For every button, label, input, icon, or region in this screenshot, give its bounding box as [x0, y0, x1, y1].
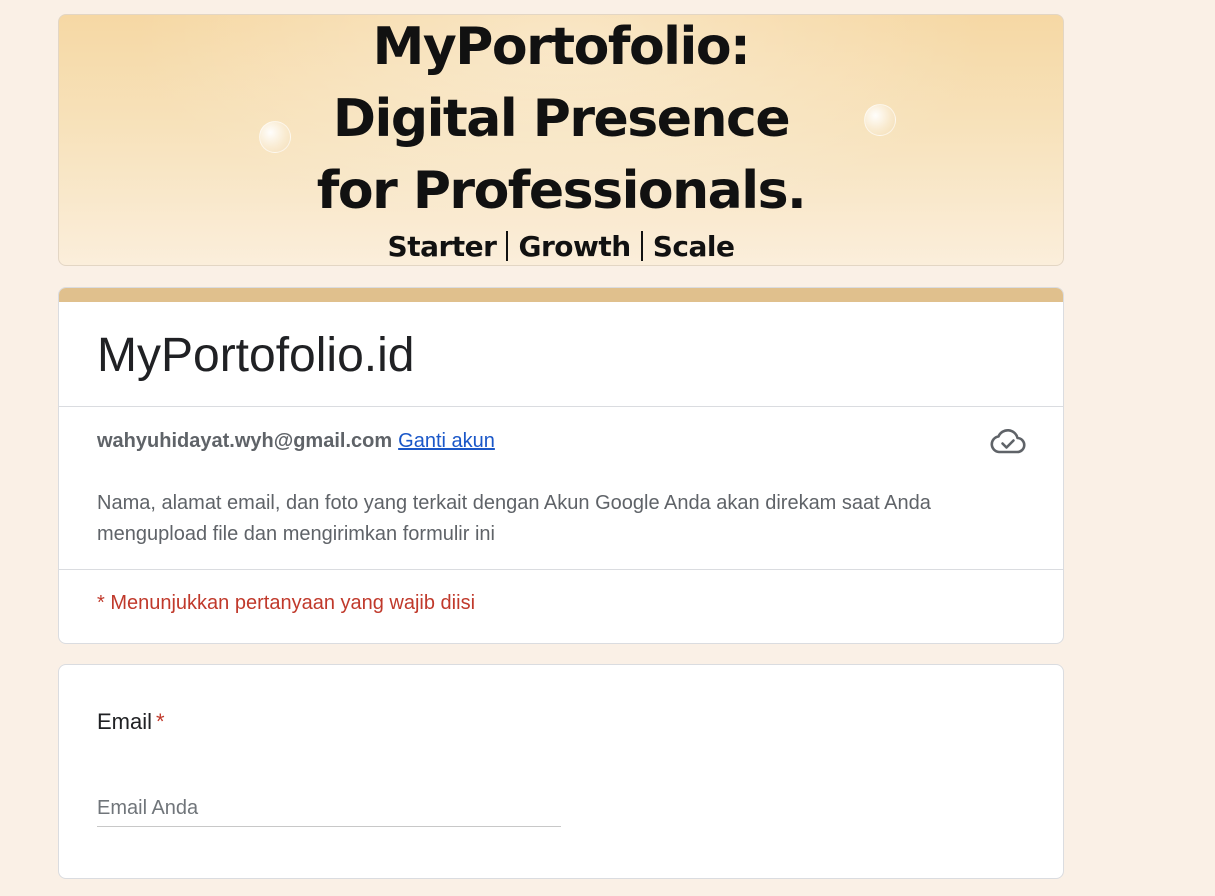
cloud-check-icon[interactable]	[989, 426, 1027, 456]
header-accent-bar	[59, 288, 1063, 302]
account-email: wahyuhidayat.wyh@gmail.com	[97, 430, 393, 452]
switch-account-link[interactable]: Ganti akun	[398, 430, 495, 452]
banner-headline-line-3: for Professionals.	[316, 161, 807, 221]
banner-headline: MyPortofolio: Digital Presence for Profe…	[59, 15, 1063, 227]
form-banner-image: MyPortofolio: Digital Presence for Profe…	[58, 14, 1064, 266]
tier-separator	[640, 231, 643, 261]
banner-headline-line-2: Digital Presence	[332, 89, 791, 149]
header-divider	[59, 569, 1063, 570]
header-divider	[59, 406, 1063, 407]
required-asterisk: *	[156, 709, 165, 734]
privacy-notice: Nama, alamat email, dan foto yang terkai…	[97, 492, 931, 545]
form-header-card: MyPortofolio.id wahyuhidayat.wyh@gmail.c…	[58, 287, 1064, 644]
form-title: MyPortofolio.id	[97, 329, 415, 382]
banner-tier-scale: Scale	[652, 230, 735, 263]
question-title: Email *	[97, 707, 165, 737]
tier-separator	[506, 231, 509, 261]
banner-headline-line-1: MyPortofolio:	[372, 17, 751, 77]
banner-tiers: Starter Growth Scale	[59, 229, 1063, 265]
question-title-text: Email	[97, 709, 153, 734]
required-fields-note: * Menunjukkan pertanyaan yang wajib diis…	[97, 592, 476, 614]
banner-tier-growth: Growth	[518, 230, 631, 263]
banner-tier-starter: Starter	[387, 230, 497, 263]
email-input[interactable]	[97, 791, 561, 827]
account-row: wahyuhidayat.wyh@gmail.com Ganti akun	[97, 428, 495, 454]
question-card-email: Email *	[58, 664, 1064, 879]
